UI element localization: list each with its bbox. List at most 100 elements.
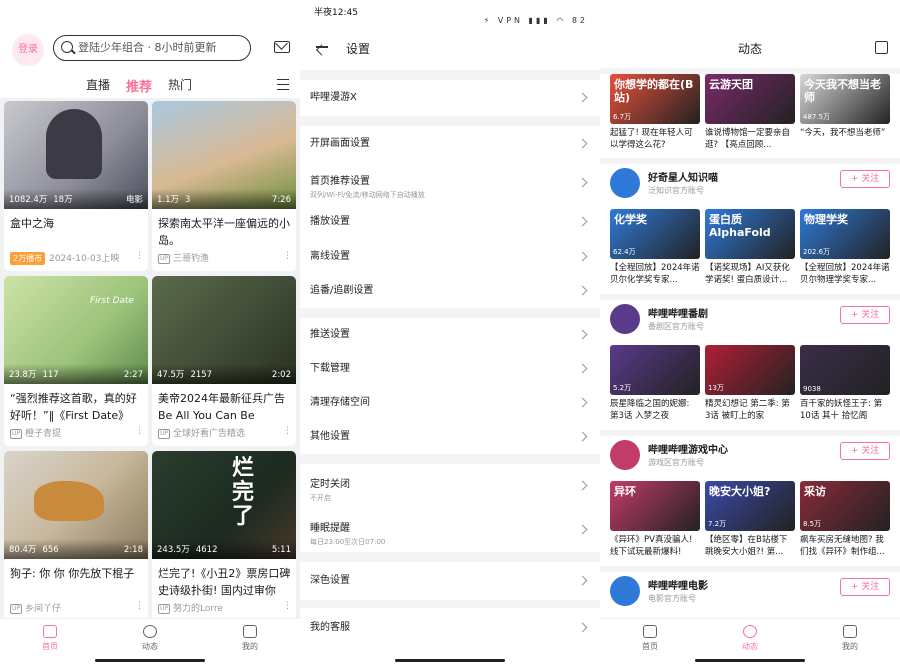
video-title: “强烈推荐这首歌，真的好好听！”‖《First Date》 <box>10 392 137 422</box>
settings-row[interactable]: 推送设置 <box>300 318 600 352</box>
nav-label: 我的 <box>842 642 858 651</box>
settings-row[interactable]: 清理存储空间 <box>300 386 600 420</box>
video-card[interactable]: 烂完了 243.5万 4612 5:11 烂完了!《小丑2》票房口碑史诗级扑街! 国… <box>152 451 296 621</box>
video-thumbnail: 47.5万 2157 2:02 <box>152 276 296 384</box>
video-meta: UP 乡间丫仔 <box>10 601 61 614</box>
more-icon[interactable]: ⋮ <box>283 251 292 261</box>
video-card[interactable]: 1.1万 3 7:26 探索南太平洋一座偏远的小岛。 UP 三哥钓渔 ⋮ <box>152 101 296 271</box>
row-label: 首页推荐设置 <box>310 176 370 187</box>
more-icon[interactable]: ⋮ <box>283 426 292 436</box>
edit-icon[interactable] <box>875 41 888 54</box>
more-icon[interactable]: ⋮ <box>283 601 292 611</box>
video-stats: 47.5万 2157 2:02 <box>152 364 296 384</box>
settings-row[interactable]: 追番/追剧设置 <box>300 274 600 308</box>
like-count: 117 <box>42 370 59 380</box>
tab-hot[interactable]: 热门 <box>168 76 192 93</box>
uploader-name: 哔哩哔哩游戏中心 <box>648 445 728 456</box>
more-icon[interactable]: ⋮ <box>135 601 144 611</box>
thumbnail-overlay-text: 化学奖 <box>614 213 647 226</box>
settings-row[interactable]: 我的客服 <box>300 608 600 666</box>
dynamic-screen: 动态 你想学的都在(B站) 6.7万 起猛了! 现在年轻人可以学得这么花? 云游天团谁… <box>600 0 900 666</box>
video-item[interactable]: 晚安大小姐? 7.2万 【绝区零】在B站楼下跳晚安大小姐?! 第... <box>705 481 795 558</box>
video-title: 辰星降临之国的妮娜: 第3话 入梦之夜 <box>610 399 690 421</box>
follow-button[interactable]: + 关注 <box>840 170 890 188</box>
thumbnail-overlay-text: 晚安大小姐? <box>709 485 771 498</box>
video-item[interactable]: 化学奖 62.4万 【全程回放】2024年诺贝尔化学奖专家... <box>610 209 700 286</box>
duration: 电影 <box>125 195 143 205</box>
view-count: 1082.4万 <box>9 195 48 205</box>
chevron-right-icon <box>577 216 588 227</box>
duration: 5:11 <box>271 545 291 555</box>
settings-row[interactable]: 开屏画面设置 <box>300 126 600 162</box>
more-icon[interactable]: ⋮ <box>135 251 144 261</box>
video-title: 盒中之海 <box>10 217 54 230</box>
video-title: 《异环》PV真没骗人! 线下试玩最新爆料! <box>610 535 693 557</box>
video-item[interactable]: 13万 精灵幻想记 第二季: 第3话 被盯上的家 <box>705 345 795 422</box>
like-count: 656 <box>42 545 59 555</box>
more-icon[interactable]: ⋮ <box>135 426 144 436</box>
video-item[interactable]: 蛋白质 AlphaFold 【诺奖现场】AI又获化学诺奖! 蛋白质设计... <box>705 209 795 286</box>
like-count: 2157 <box>190 370 213 380</box>
dynamic-icon <box>743 625 757 638</box>
follow-button[interactable]: + 关注 <box>840 442 890 460</box>
video-title: “今天，我不想当老师” <box>800 128 886 138</box>
mail-icon[interactable] <box>274 41 290 53</box>
video-thumbnail: 异环 <box>610 481 700 531</box>
uploader-row[interactable]: 哔哩哔哩番剧 番剧区官方账号 + 关注 <box>600 300 900 340</box>
video-card[interactable]: 80.4万 656 2:18 狗子: 你 你 你先放下棍子 UP 乡间丫仔 ⋮ <box>4 451 148 621</box>
settings-row[interactable]: 离线设置 <box>300 240 600 274</box>
search-input[interactable]: 登陆少年组合 · 8小时前更新 <box>53 35 251 61</box>
settings-row[interactable]: 定时关闭 不开启 <box>300 464 600 508</box>
video-card[interactable]: 1082.4万 18万 电影 盒中之海 2万播市 2024-10-03上映 ⋮ <box>4 101 148 271</box>
tab-live[interactable]: 直播 <box>86 76 110 93</box>
tab-recommend[interactable]: 推荐 <box>126 76 152 101</box>
nav-mine[interactable]: 我的 <box>830 625 870 652</box>
video-item[interactable]: 物理学奖 202.6万 【全程回放】2024年诺贝尔物理学奖专家... <box>800 209 890 286</box>
video-card[interactable]: First Date 23.8万 117 2:27 “强烈推荐这首歌，真的好好听！”… <box>4 276 148 446</box>
nav-home[interactable]: 首页 <box>630 625 670 652</box>
up-badge: UP <box>10 604 23 614</box>
settings-row[interactable]: 其他设置 <box>300 420 600 454</box>
uploader-name: 努力的Lorre <box>173 604 223 614</box>
video-item[interactable]: 采访 8.5万 飙车买房无缝地图? 我们找《异环》制作组... <box>800 481 890 558</box>
settings-header: 设置 <box>300 26 600 70</box>
follow-button[interactable]: + 关注 <box>840 578 890 596</box>
video-stats: 80.4万 656 2:18 <box>4 539 148 559</box>
nav-dynamic[interactable]: 动态 <box>730 625 770 652</box>
search-icon <box>61 41 73 53</box>
uploader-desc: 游戏区官方账号 <box>648 458 704 467</box>
duration: 2:18 <box>123 545 143 555</box>
video-thumbnail: 晚安大小姐? 7.2万 <box>705 481 795 531</box>
video-item[interactable]: 你想学的都在(B站) 6.7万 起猛了! 现在年轻人可以学得这么花? <box>610 74 700 151</box>
login-button[interactable]: 登录 <box>12 34 44 66</box>
uploader-name: 橙子青提 <box>25 429 62 439</box>
video-item[interactable]: 今天我不想当老师 487.5万 “今天，我不想当老师” <box>800 74 890 151</box>
video-card[interactable]: 47.5万 2157 2:02 美帝2024年最新征兵广告 Be All You C… <box>152 276 296 446</box>
back-arrow-icon[interactable] <box>316 46 328 48</box>
video-item[interactable]: 5.2万 辰星降临之国的妮娜: 第3话 入梦之夜 <box>610 345 700 422</box>
uploader-row[interactable]: 哔哩哔哩游戏中心 游戏区官方账号 + 关注 <box>600 436 900 476</box>
video-item[interactable]: 9038 百千家的妖怪王子: 第10话 其十 拾忆阁 <box>800 345 890 422</box>
settings-row[interactable]: 首页推荐设置 双列/Wi-Fi/免流/移动网络下自动播放 <box>300 162 600 204</box>
settings-row[interactable]: 播放设置 <box>300 204 600 240</box>
menu-icon[interactable] <box>277 79 289 90</box>
thumbnail-overlay-text: 物理学奖 <box>804 213 848 226</box>
video-meta: UP 努力的Lorre <box>158 601 223 614</box>
settings-row[interactable]: 深色设置 <box>300 562 600 600</box>
view-count: 8.5万 <box>803 520 822 528</box>
uploader-row[interactable]: 哔哩哔哩电影 电影官方账号 + 关注 <box>600 572 900 612</box>
video-item[interactable]: 异环《异环》PV真没骗人! 线下试玩最新爆料! <box>610 481 700 558</box>
nav-home[interactable]: 首页 <box>30 625 70 652</box>
uploader-row[interactable]: 好奇星人知识喵 泛知识官方账号 + 关注 <box>600 164 900 204</box>
follow-button[interactable]: + 关注 <box>840 306 890 324</box>
video-thumbnail: 采访 8.5万 <box>800 481 890 531</box>
nav-dynamic[interactable]: 动态 <box>130 625 170 652</box>
nav-mine[interactable]: 我的 <box>230 625 270 652</box>
settings-row[interactable]: 哔哩漫游X <box>300 80 600 116</box>
view-count: 487.5万 <box>803 113 831 121</box>
video-item[interactable]: 云游天团 谁说博物馆一定要亲自逛? 【亮点回顾... <box>705 74 795 151</box>
gesture-bar <box>395 659 505 662</box>
up-badge: UP <box>158 254 171 264</box>
settings-row[interactable]: 睡眠提醒 每日23:00至次日07:00 <box>300 508 600 552</box>
settings-row[interactable]: 下载管理 <box>300 352 600 386</box>
